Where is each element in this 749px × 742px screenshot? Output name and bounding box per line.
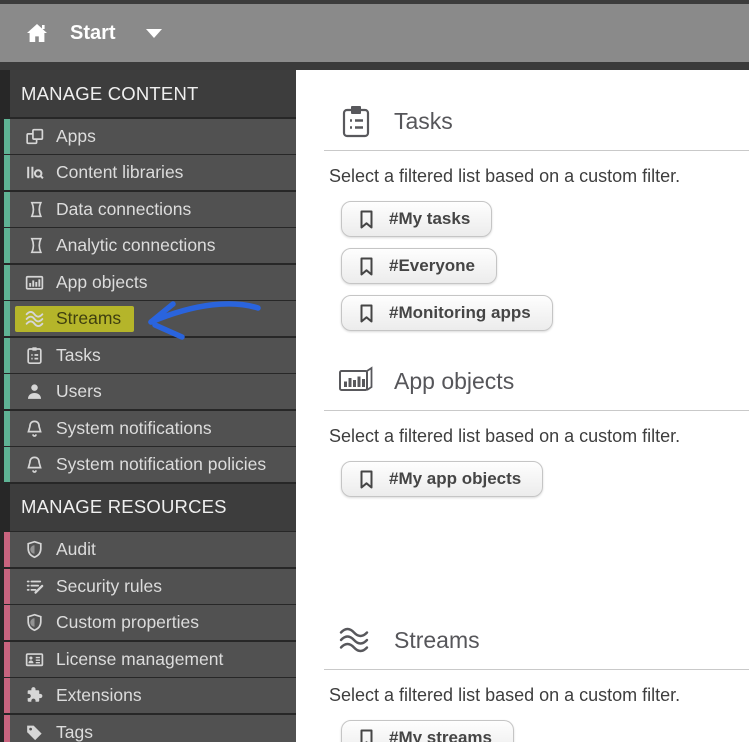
section-app-objects: App objects Select a filtered list based… xyxy=(296,364,749,497)
sidebar-item-label: Tags xyxy=(56,721,93,742)
filter-button-label: #My app objects xyxy=(389,469,522,488)
start-menu-button[interactable]: Start xyxy=(26,22,116,45)
bookmark-icon xyxy=(359,210,374,229)
license-card-icon xyxy=(24,649,45,670)
sidebar-item-apps[interactable]: Apps xyxy=(4,118,296,154)
sidebar-item-tags[interactable]: Tags xyxy=(4,714,296,742)
sidebar-item-label: Streams xyxy=(56,307,122,328)
sidebar-item-app-objects[interactable]: App objects xyxy=(4,264,296,300)
sidebar-item-data-connections[interactable]: Data connections xyxy=(4,191,296,227)
security-rules-icon xyxy=(24,576,45,597)
sidebar-item-streams[interactable]: Streams xyxy=(4,301,296,336)
apps-icon xyxy=(24,126,45,147)
data-connections-icon xyxy=(24,199,45,220)
tag-icon xyxy=(24,722,45,742)
sidebar-item-label: Content libraries xyxy=(56,162,184,182)
bell-icon xyxy=(24,454,45,475)
sidebar-item-license-management[interactable]: License management xyxy=(4,641,296,677)
section-divider xyxy=(324,150,749,151)
sidebar-section-manage-content: MANAGE CONTENT xyxy=(10,70,296,117)
caret-down-icon[interactable] xyxy=(145,28,162,38)
app-objects-icon xyxy=(337,366,374,396)
section-title: App objects xyxy=(394,367,515,394)
sidebar-item-label: Audit xyxy=(56,539,96,559)
content-libraries-icon xyxy=(24,162,45,183)
bookmark-icon xyxy=(359,257,374,276)
section-title: Streams xyxy=(394,626,480,653)
sidebar-item-analytic-connections[interactable]: Analytic connections xyxy=(4,228,296,263)
sidebar-item-custom-properties[interactable]: Custom properties xyxy=(4,605,296,640)
sidebar-item-label: Analytic connections xyxy=(56,235,216,255)
sidebar-item-label: System notifications xyxy=(56,417,212,438)
sidebar-item-users[interactable]: Users xyxy=(4,374,296,409)
topbar-divider xyxy=(0,62,749,70)
section-description: Select a filtered list based on a custom… xyxy=(329,685,681,705)
bookmark-icon xyxy=(359,304,374,323)
section-tasks: Tasks Select a filtered list based on a … xyxy=(296,70,749,331)
tasks-icon xyxy=(24,345,45,366)
section-description: Select a filtered list based on a custom… xyxy=(329,426,681,446)
topbar: Start xyxy=(0,4,749,62)
content-area: Tasks Select a filtered list based on a … xyxy=(296,70,749,742)
filter-button-label: #Monitoring apps xyxy=(389,303,531,322)
sidebar-item-label: Apps xyxy=(56,125,96,146)
streams-highlight: Streams xyxy=(15,305,135,332)
users-icon xyxy=(24,381,45,402)
sidebar-item-label: Extensions xyxy=(56,685,142,705)
sidebar-item-label: License management xyxy=(56,648,224,669)
sidebar-item-label: Tasks xyxy=(56,344,101,365)
sidebar-item-system-notifications[interactable]: System notifications xyxy=(4,410,296,446)
section-divider xyxy=(324,410,749,411)
shield-icon xyxy=(24,539,45,560)
sidebar-item-label: Data connections xyxy=(56,198,192,219)
section-title: Tasks xyxy=(394,107,453,134)
bookmark-icon xyxy=(359,470,374,489)
filter-button-my-tasks[interactable]: #My tasks xyxy=(341,201,493,237)
sidebar-item-audit[interactable]: Audit xyxy=(4,532,296,567)
sidebar-item-content-libraries[interactable]: Content libraries xyxy=(4,155,296,190)
sidebar-item-extensions[interactable]: Extensions xyxy=(4,678,296,713)
sidebar-item-label: Users xyxy=(56,381,102,401)
topbar-title: Start xyxy=(70,21,116,44)
filter-button-label: #My tasks xyxy=(389,209,471,228)
filter-button-everyone[interactable]: #Everyone xyxy=(341,248,497,284)
section-description: Select a filtered list based on a custom… xyxy=(329,166,681,186)
filter-button-label: #My streams xyxy=(389,728,493,742)
shield-icon xyxy=(24,612,45,633)
streams-icon xyxy=(24,308,45,329)
section-divider xyxy=(324,669,749,670)
sidebar-section-manage-resources: MANAGE RESOURCES xyxy=(10,483,296,531)
tasks-icon xyxy=(337,104,374,138)
sidebar-item-system-notification-policies[interactable]: System notification policies xyxy=(4,447,296,482)
sidebar-item-label: App objects xyxy=(56,271,148,292)
filter-button-monitoring-apps[interactable]: #Monitoring apps xyxy=(341,295,553,331)
sidebar-item-label: Custom properties xyxy=(56,612,199,632)
sidebar-item-label: System notification policies xyxy=(56,454,267,474)
bell-icon xyxy=(24,418,45,439)
sidebar-item-tasks[interactable]: Tasks xyxy=(4,337,296,373)
streams-icon xyxy=(337,626,374,654)
home-icon xyxy=(26,23,48,43)
filter-button-my-streams[interactable]: #My streams xyxy=(341,720,515,742)
filter-button-label: #Everyone xyxy=(389,256,475,275)
puzzle-icon xyxy=(24,685,45,706)
analytic-connections-icon xyxy=(24,235,45,256)
sidebar: MANAGE CONTENT Apps Content libraries Da… xyxy=(0,70,296,742)
section-streams: Streams Select a filtered list based on … xyxy=(296,623,749,742)
app-objects-icon xyxy=(24,272,45,293)
filter-button-my-app-objects[interactable]: #My app objects xyxy=(341,461,544,497)
sidebar-item-security-rules[interactable]: Security rules xyxy=(4,568,296,604)
sidebar-item-label: Security rules xyxy=(56,575,163,596)
bookmark-icon xyxy=(359,729,374,742)
